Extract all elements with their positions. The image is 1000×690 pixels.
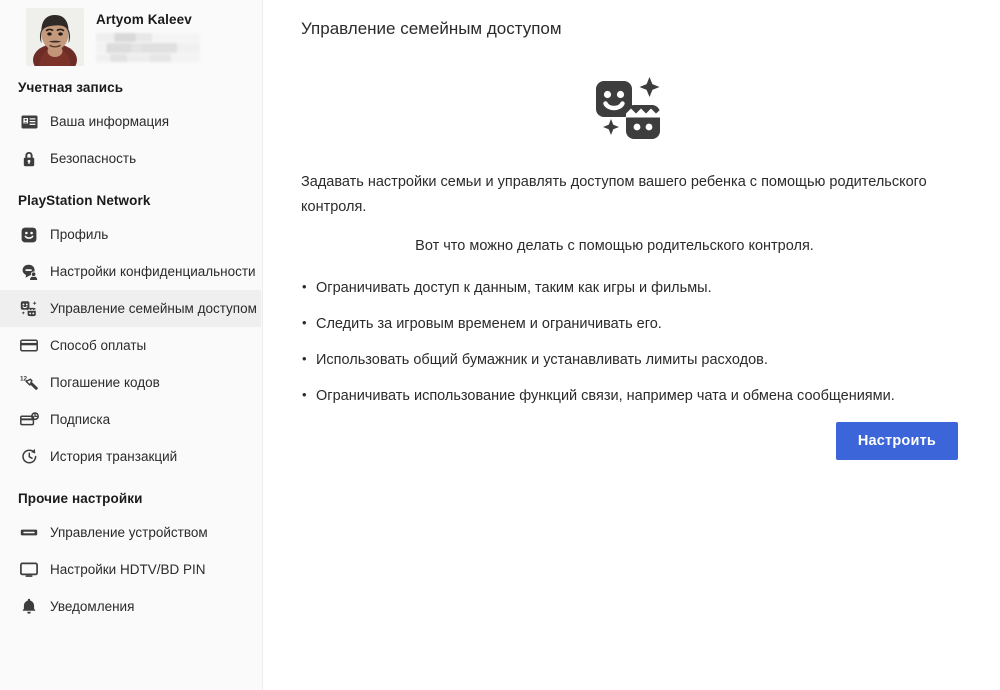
page-title: Управление семейным доступом xyxy=(301,19,562,38)
bell-icon xyxy=(18,596,40,618)
monitor-icon xyxy=(18,559,40,581)
intro-text: Задавать настройки семьи и управлять дос… xyxy=(301,174,927,215)
sidebar-item-label: Настройки конфиденциальности xyxy=(50,263,256,279)
feature-list: Ограничивать доступ к данным, таким как … xyxy=(301,277,962,406)
sidebar-item-subscription[interactable]: Подписка xyxy=(0,401,261,438)
smiley-profile-icon xyxy=(18,224,40,246)
sidebar-item-redeem-codes[interactable]: 12 Погашение кодов xyxy=(0,364,261,401)
sidebar-item-hdtv-bd-pin[interactable]: Настройки HDTV/BD PIN xyxy=(0,551,261,588)
lock-icon xyxy=(18,148,40,170)
sidebar-item-label: Погашение кодов xyxy=(50,374,160,390)
sidebar-section-title-other: Прочие настройки xyxy=(18,491,143,506)
sidebar-item-label: Ваша информация xyxy=(50,113,170,129)
account-name: Artyom Kaleev xyxy=(96,12,192,27)
redacted-account-details xyxy=(96,33,200,62)
sidebar-item-label: Подписка xyxy=(50,411,111,427)
account-text: Artyom Kaleev xyxy=(84,8,262,62)
setup-button[interactable]: Настроить xyxy=(835,421,958,460)
sidebar-item-label: Безопасность xyxy=(50,150,137,166)
main-content: Управление семейным доступом Задавать на… xyxy=(263,0,1000,690)
sidebar-item-security[interactable]: Безопасность xyxy=(0,140,261,177)
sidebar-item-privacy-settings[interactable]: Настройки конфиденциальности xyxy=(0,253,261,290)
subheading-text: Вот что можно делать с помощью родительс… xyxy=(415,237,814,254)
family-parental-control-icon xyxy=(301,74,962,146)
redeem-code-icon: 12 xyxy=(18,372,40,394)
sidebar-item-profile[interactable]: Профиль xyxy=(0,216,261,253)
credit-card-icon xyxy=(18,335,40,357)
sidebar-item-label: Настройки HDTV/BD PIN xyxy=(50,561,206,577)
privacy-person-icon xyxy=(18,261,40,283)
sidebar-item-notifications[interactable]: Уведомления xyxy=(0,588,261,625)
sidebar-section-title-psn: PlayStation Network xyxy=(18,193,151,208)
subscription-icon xyxy=(18,409,40,431)
sidebar-item-family-management[interactable]: Управление семейным доступом xyxy=(0,290,261,327)
device-icon xyxy=(18,522,40,544)
account-card[interactable]: Artyom Kaleev xyxy=(0,0,262,70)
sidebar-item-your-info[interactable]: Ваша информация xyxy=(0,103,261,140)
sidebar-item-device-management[interactable]: Управление устройством xyxy=(0,514,261,551)
family-icon xyxy=(18,298,40,320)
sidebar-section-title-account: Учетная запись xyxy=(18,80,124,95)
action-row: Настроить xyxy=(301,421,962,460)
history-clock-icon xyxy=(18,446,40,468)
sidebar-item-label: Управление устройством xyxy=(50,524,208,540)
sidebar: Artyom Kaleev Учетная запись Ваша информ… xyxy=(0,0,263,690)
avatar[interactable] xyxy=(26,8,84,66)
sidebar-item-label: Управление семейным доступом xyxy=(50,300,257,316)
list-item: Следить за игровым временем и ограничива… xyxy=(301,313,962,334)
list-item: Использовать общий бумажник и устанавлив… xyxy=(301,349,962,370)
app-root: Artyom Kaleev Учетная запись Ваша информ… xyxy=(0,0,1000,690)
sidebar-item-payment-method[interactable]: Способ оплаты xyxy=(0,327,261,364)
sidebar-item-label: История транзакций xyxy=(50,448,178,464)
sidebar-item-label: Способ оплаты xyxy=(50,337,147,353)
sidebar-item-label: Уведомления xyxy=(50,598,135,614)
id-card-icon xyxy=(18,111,40,133)
sidebar-item-transaction-history[interactable]: История транзакций xyxy=(0,438,261,475)
sidebar-item-label: Профиль xyxy=(50,226,109,242)
list-item: Ограничивать доступ к данным, таким как … xyxy=(301,277,962,298)
list-item: Ограничивать использование функций связи… xyxy=(301,385,962,406)
